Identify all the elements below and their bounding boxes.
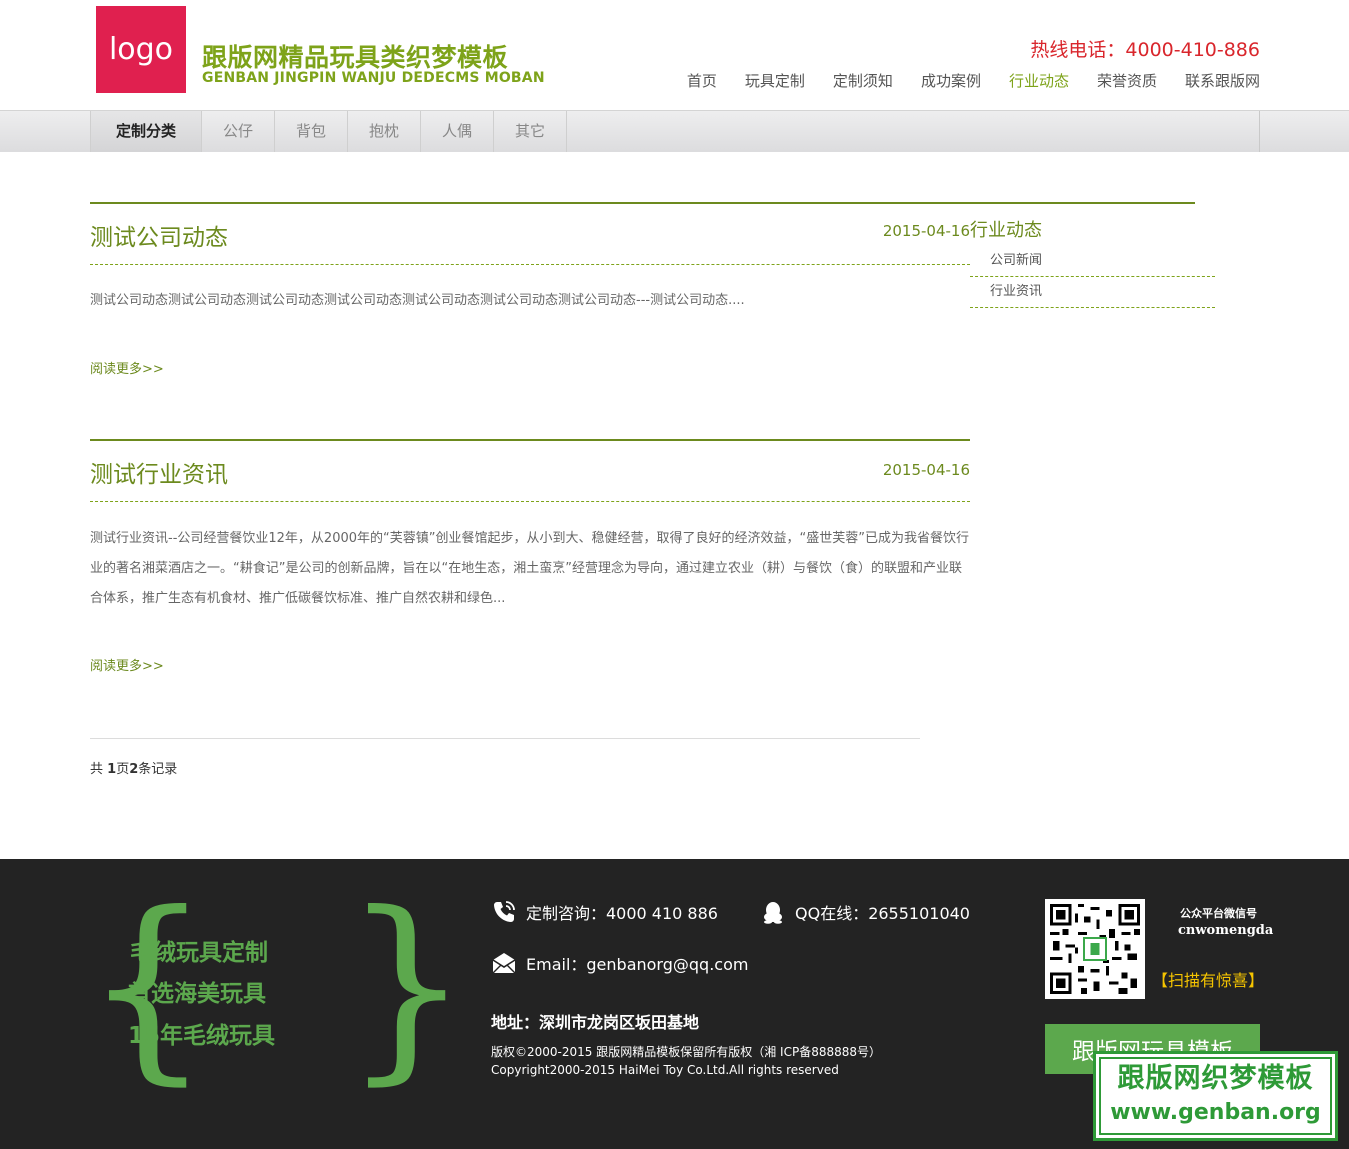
article-summary: 测试行业资讯--公司经营餐饮业12年，从2000年的“芙蓉镇”创业餐馆起步，从小…	[90, 531, 969, 606]
nav-contact[interactable]: 联系跟版网	[1185, 70, 1260, 91]
category-item-other[interactable]: 其它	[494, 111, 567, 152]
article-date: 2015-04-16	[882, 461, 970, 479]
envelope-icon	[492, 953, 516, 974]
phone-icon	[494, 901, 515, 922]
right-brace-decoration: }	[343, 870, 471, 1103]
nav-honors[interactable]: 荣誉资质	[1097, 70, 1157, 91]
sidebar-title: 行业动态	[970, 220, 1042, 241]
site-subtitle: GENBAN JINGPIN WANJU DEDECMS MOBAN	[202, 70, 545, 86]
article-divider	[90, 501, 970, 502]
watermark-title: 跟版网织梦模板	[1117, 1063, 1314, 1094]
nav-cases[interactable]: 成功案例	[921, 70, 981, 91]
qr-code-icon	[1045, 899, 1145, 999]
hotline-text: 热线电话：4000-410-886	[1030, 39, 1260, 61]
footer-address: 地址：深圳市龙岗区坂田基地	[491, 1013, 700, 1032]
qq-penguin-icon	[764, 902, 782, 924]
watermark-inner: 跟版网织梦模板 www.genban.org	[1099, 1057, 1332, 1135]
scan-prompt: 【扫描有惊喜】	[1152, 971, 1265, 990]
article-title[interactable]: 测试行业资讯	[90, 455, 228, 489]
pager-prefix: 共	[90, 762, 108, 777]
sidebar-link-company-news[interactable]: 公司新闻	[970, 246, 1215, 277]
nav-toy-custom[interactable]: 玩具定制	[745, 70, 805, 91]
wechat-id: cnwomengda	[1178, 923, 1274, 938]
nav-industry-news[interactable]: 行业动态	[1009, 70, 1069, 91]
read-more-link[interactable]: 阅读更多>>	[90, 655, 164, 674]
footer-phone-text: 定制咨询：4000 410 886	[526, 904, 718, 923]
footer-copyright-en: Copyright2000-2015 HaiMei Toy Co.Ltd.All…	[491, 1063, 839, 1077]
read-more-link[interactable]: 阅读更多>>	[90, 358, 164, 377]
main-nav: 首页 玩具定制 定制须知 成功案例 行业动态 荣誉资质 联系跟版网	[687, 70, 1260, 91]
pager-mid: 页	[116, 762, 130, 777]
pager-record-count: 2	[129, 762, 139, 777]
footer-slogan: 首选海美玩具	[128, 981, 266, 1007]
category-item-backpack[interactable]: 背包	[275, 111, 348, 152]
footer-email[interactable]: Email：genbanorg@qq.com	[491, 950, 748, 976]
pager-suffix: 条记录	[138, 762, 178, 777]
article-top-rule	[90, 439, 970, 441]
nav-custom-notes[interactable]: 定制须知	[833, 70, 893, 91]
pager-divider	[90, 738, 920, 739]
article-item: 测试行业资讯 2015-04-16 测试行业资讯--公司经营餐饮业12年，从20…	[90, 439, 970, 679]
footer-phone: 定制咨询：4000 410 886	[491, 899, 718, 925]
watermark-badge: 跟版网织梦模板 www.genban.org	[1093, 1051, 1338, 1141]
category-bar: 定制分类 公仔 背包 抱枕 人偶 其它	[0, 110, 1349, 152]
article-divider	[90, 264, 970, 265]
footer-copyright-cn: 版权©2000-2015 跟版网精品模板保留所有版权（湘 ICP备888888号…	[491, 1045, 882, 1059]
footer-qq[interactable]: QQ在线：2655101040	[760, 899, 970, 925]
category-item-doll[interactable]: 公仔	[202, 111, 275, 152]
article-item: 测试公司动态 2015-04-16 测试公司动态测试公司动态测试公司动态测试公司…	[90, 202, 970, 382]
watermark-url: www.genban.org	[1110, 1100, 1321, 1125]
pager-page-count: 1	[107, 762, 117, 777]
site-title: 跟版网精品玩具类织梦模板	[202, 43, 509, 72]
nav-home[interactable]: 首页	[687, 70, 717, 91]
footer-email-text: Email：genbanorg@qq.com	[526, 955, 749, 974]
pagination-info: 共 1页2条记录	[90, 758, 177, 777]
wechat-label: 公众平台微信号	[1180, 907, 1257, 920]
site-header: logo 跟版网精品玩具类织梦模板 GENBAN JINGPIN WANJU D…	[0, 0, 1349, 110]
category-item-mascot[interactable]: 人偶	[421, 111, 494, 152]
article-summary: 测试公司动态测试公司动态测试公司动态测试公司动态测试公司动态测试公司动态测试公司…	[90, 293, 745, 308]
category-heading: 定制分类	[90, 111, 202, 152]
category-item-pillow[interactable]: 抱枕	[348, 111, 421, 152]
sidebar-link-industry-info[interactable]: 行业资讯	[970, 277, 1215, 308]
category-list: 定制分类 公仔 背包 抱枕 人偶 其它	[90, 111, 1260, 152]
site-logo[interactable]: logo	[96, 6, 186, 93]
footer-slogan: 毛绒玩具定制	[130, 940, 268, 966]
article-date: 2015-04-16	[882, 222, 970, 240]
footer-qq-text: QQ在线：2655101040	[795, 904, 970, 923]
article-title[interactable]: 测试公司动态	[90, 218, 228, 252]
footer-slogan: 15年毛绒玩具	[128, 1023, 276, 1049]
